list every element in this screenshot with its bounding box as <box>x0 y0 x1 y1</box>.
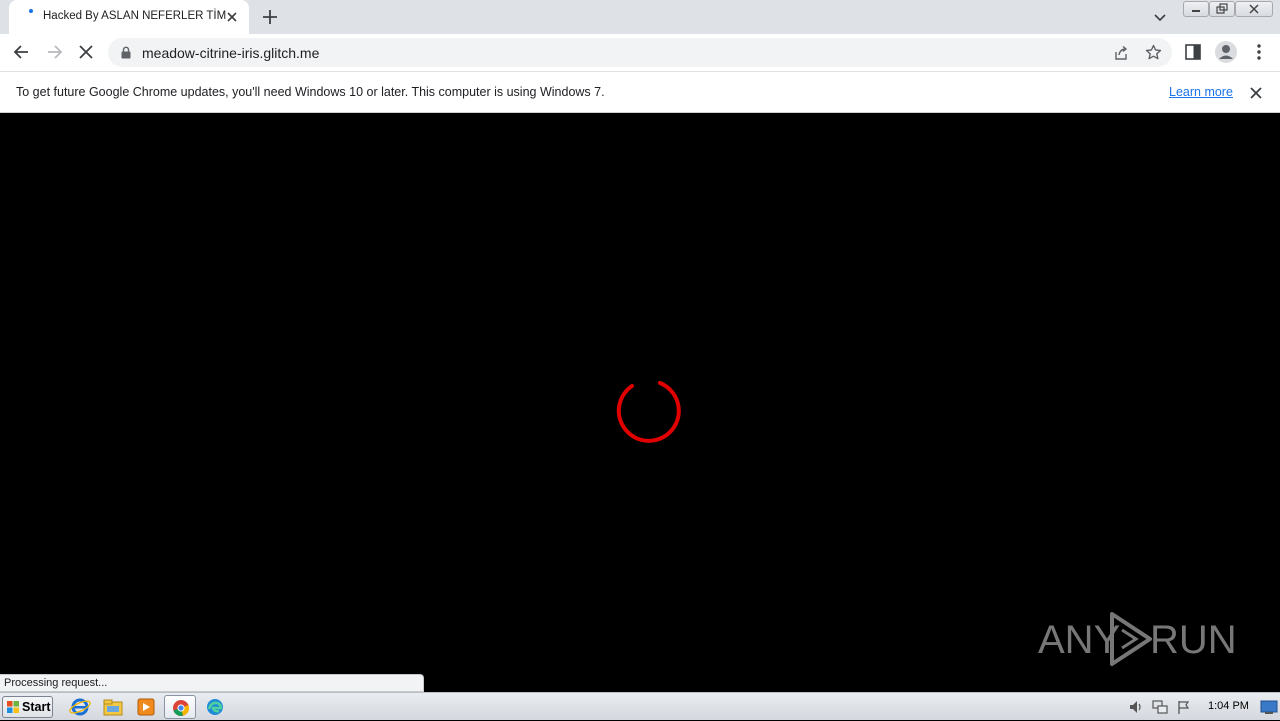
file-explorer-icon[interactable] <box>101 696 125 718</box>
browser-toolbar: meadow-citrine-iris.glitch.me <box>0 34 1280 71</box>
restore-button[interactable] <box>1209 1 1235 17</box>
volume-icon[interactable] <box>1128 699 1144 715</box>
learn-more-link[interactable]: Learn more <box>1169 85 1233 99</box>
tab-title: Hacked By ASLAN NEFERLER TİM <box>43 10 227 22</box>
back-arrow-icon[interactable] <box>12 42 32 62</box>
close-window-button[interactable] <box>1235 1 1273 17</box>
action-center-flag-icon[interactable] <box>1176 699 1192 715</box>
infobar-message: To get future Google Chrome updates, you… <box>16 85 605 99</box>
url-text[interactable]: meadow-citrine-iris.glitch.me <box>142 45 319 61</box>
loading-spinner-icon <box>616 381 681 443</box>
status-text: Processing request... <box>4 677 108 689</box>
clock[interactable]: 1:04 PM <box>1208 700 1249 712</box>
page-content: ANY RUN Processing request... <box>0 113 1280 692</box>
bookmark-star-icon[interactable] <box>1145 44 1162 61</box>
chrome-icon <box>173 700 190 717</box>
windows-flag-icon <box>7 701 19 713</box>
update-infobar: To get future Google Chrome updates, you… <box>0 71 1280 113</box>
anyrun-watermark: ANY RUN <box>1038 606 1237 670</box>
side-panel-icon[interactable] <box>1184 43 1202 61</box>
minimize-icon <box>1192 10 1200 12</box>
profile-avatar-icon[interactable] <box>1214 40 1238 64</box>
browser-tab[interactable]: Hacked By ASLAN NEFERLER TİM <box>9 0 249 34</box>
play-logo-icon <box>1110 612 1152 666</box>
internet-explorer-icon[interactable] <box>68 696 92 718</box>
new-tab-icon[interactable] <box>260 7 280 27</box>
lock-icon[interactable] <box>120 46 132 59</box>
infobar-close-icon[interactable] <box>1247 84 1265 102</box>
tab-search-chevron-icon[interactable] <box>1152 9 1168 25</box>
media-player-icon[interactable] <box>134 696 158 718</box>
address-bar[interactable]: meadow-citrine-iris.glitch.me <box>108 38 1172 67</box>
start-label: Start <box>22 700 51 714</box>
more-menu-icon[interactable] <box>1249 42 1269 62</box>
edge-icon[interactable] <box>203 696 227 718</box>
windows-taskbar: Start 1:04 PM <box>0 692 1280 720</box>
minimize-button[interactable] <box>1183 1 1209 17</box>
chrome-taskbar-button[interactable] <box>164 695 196 719</box>
system-tray: 1:04 PM <box>1122 693 1280 721</box>
close-icon <box>1249 4 1259 14</box>
tab-strip: Hacked By ASLAN NEFERLER TİM <box>0 0 1280 34</box>
stop-loading-icon[interactable] <box>76 42 96 62</box>
tab-close-icon[interactable] <box>224 9 240 25</box>
status-bubble: Processing request... <box>0 674 424 692</box>
start-button[interactable]: Start <box>2 696 53 718</box>
show-desktop-icon[interactable] <box>1260 699 1278 715</box>
loading-favicon-icon <box>29 9 33 13</box>
forward-arrow-icon[interactable] <box>44 42 64 62</box>
share-icon[interactable] <box>1113 45 1129 61</box>
watermark-run-text: RUN <box>1150 618 1237 662</box>
network-icon[interactable] <box>1152 699 1168 715</box>
restore-icon <box>1216 3 1228 14</box>
